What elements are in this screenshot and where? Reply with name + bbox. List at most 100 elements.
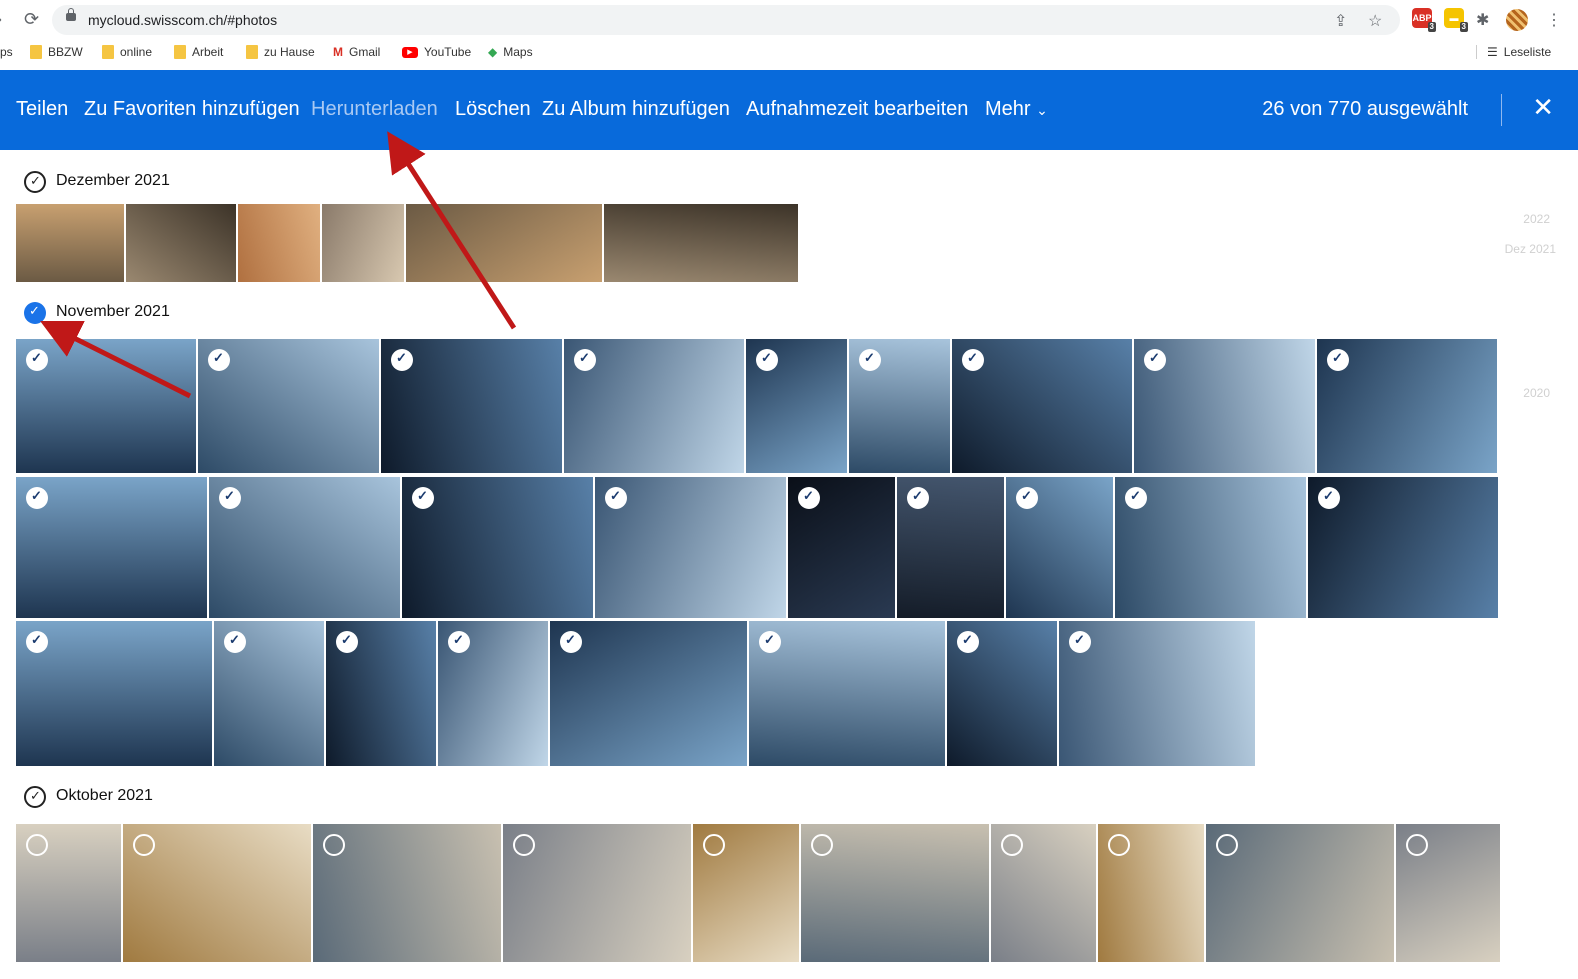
reading-list[interactable]: ☰ Leseliste (1476, 45, 1551, 59)
bookmark-arbeit[interactable]: Arbeit (174, 45, 223, 59)
select-checkbox[interactable] (574, 349, 596, 371)
timeline-month[interactable]: Dez 2021 (1505, 242, 1556, 256)
select-checkbox[interactable] (1016, 487, 1038, 509)
select-checkbox[interactable] (756, 349, 778, 371)
select-checkbox[interactable] (133, 834, 155, 856)
photo-thumbnail[interactable] (897, 477, 1004, 618)
delete-button[interactable]: Löschen (455, 98, 531, 121)
select-checkbox[interactable] (1406, 834, 1428, 856)
bookmark-youtube[interactable]: ▶ YouTube (402, 45, 471, 59)
select-checkbox[interactable] (208, 349, 230, 371)
bookmark-maps[interactable]: ◆ Maps (488, 45, 533, 59)
photo-thumbnail[interactable] (16, 621, 212, 766)
select-checkbox[interactable] (448, 631, 470, 653)
bookmark-apps[interactable]: ps (0, 45, 13, 59)
select-checkbox[interactable] (703, 834, 725, 856)
bookmark-gmail[interactable]: M Gmail (333, 45, 380, 59)
photo-thumbnail[interactable] (1317, 339, 1497, 473)
select-checkbox[interactable] (907, 487, 929, 509)
photo-thumbnail[interactable] (381, 339, 562, 473)
select-checkbox[interactable] (1318, 487, 1340, 509)
photo-thumbnail[interactable] (947, 621, 1057, 766)
photo-thumbnail[interactable] (1206, 824, 1394, 962)
select-checkbox[interactable] (1069, 631, 1091, 653)
photo-thumbnail[interactable] (788, 477, 895, 618)
select-section-checkbox[interactable] (24, 171, 46, 193)
select-checkbox[interactable] (391, 349, 413, 371)
photo-thumbnail[interactable] (550, 621, 747, 766)
select-checkbox[interactable] (1216, 834, 1238, 856)
photo-thumbnail[interactable] (801, 824, 989, 962)
photo-thumbnail[interactable] (1396, 824, 1500, 962)
extensions-puzzle-icon[interactable]: ✱ (1476, 10, 1489, 30)
photo-thumbnail[interactable] (322, 204, 404, 282)
select-checkbox[interactable] (1327, 349, 1349, 371)
profile-avatar[interactable] (1506, 9, 1528, 31)
select-section-checkbox[interactable] (24, 302, 46, 324)
menu-kebab-icon[interactable]: ⋮ (1546, 10, 1562, 30)
select-checkbox[interactable] (1001, 834, 1023, 856)
photo-thumbnail[interactable] (16, 204, 124, 282)
select-section-checkbox[interactable] (24, 786, 46, 808)
photo-thumbnail[interactable] (326, 621, 436, 766)
photo-thumbnail[interactable] (1059, 621, 1255, 766)
select-checkbox[interactable] (957, 631, 979, 653)
select-checkbox[interactable] (560, 631, 582, 653)
adblock-extension-icon[interactable]: ABP 3 (1412, 8, 1436, 32)
address-bar[interactable]: mycloud.swisscom.ch/#photos ⇪ ☆ (52, 5, 1400, 35)
select-checkbox[interactable] (323, 834, 345, 856)
photo-thumbnail[interactable] (1115, 477, 1306, 618)
select-checkbox[interactable] (513, 834, 535, 856)
forward-icon[interactable]: › (0, 9, 2, 30)
photo-thumbnail[interactable] (849, 339, 950, 473)
bookmark-zu-hause[interactable]: zu Hause (246, 45, 315, 59)
select-checkbox[interactable] (1144, 349, 1166, 371)
photo-thumbnail[interactable] (438, 621, 548, 766)
select-checkbox[interactable] (224, 631, 246, 653)
add-to-album-button[interactable]: Zu Album hinzufügen (542, 98, 730, 121)
photo-thumbnail[interactable] (238, 204, 320, 282)
photo-thumbnail[interactable] (952, 339, 1132, 473)
share-icon[interactable]: ⇪ (1334, 11, 1347, 31)
timeline-year[interactable]: 2020 (1523, 386, 1550, 400)
bookmark-bbzw[interactable]: BBZW (30, 45, 83, 59)
download-button[interactable]: Herunterladen (311, 98, 438, 121)
select-checkbox[interactable] (26, 349, 48, 371)
select-checkbox[interactable] (859, 349, 881, 371)
photo-thumbnail[interactable] (16, 339, 196, 473)
select-checkbox[interactable] (26, 834, 48, 856)
photo-thumbnail[interactable] (1006, 477, 1113, 618)
photo-thumbnail[interactable] (123, 824, 311, 962)
bookmark-online[interactable]: online (102, 45, 152, 59)
select-checkbox[interactable] (811, 834, 833, 856)
select-checkbox[interactable] (759, 631, 781, 653)
select-checkbox[interactable] (798, 487, 820, 509)
photo-thumbnail[interactable] (214, 621, 324, 766)
photo-thumbnail[interactable] (198, 339, 379, 473)
photo-thumbnail[interactable] (402, 477, 593, 618)
photo-thumbnail[interactable] (604, 204, 798, 282)
photo-thumbnail[interactable] (746, 339, 847, 473)
photo-thumbnail[interactable] (1308, 477, 1498, 618)
extension-icon[interactable]: ▬ 3 (1444, 8, 1468, 32)
close-icon[interactable]: ✕ (1532, 92, 1554, 123)
select-checkbox[interactable] (1108, 834, 1130, 856)
add-favorites-button[interactable]: Zu Favoriten hinzufügen (84, 98, 300, 121)
photo-thumbnail[interactable] (126, 204, 236, 282)
select-checkbox[interactable] (26, 631, 48, 653)
photo-thumbnail[interactable] (693, 824, 799, 962)
reload-icon[interactable]: ⟳ (24, 9, 39, 30)
photo-thumbnail[interactable] (16, 824, 121, 962)
select-checkbox[interactable] (219, 487, 241, 509)
select-checkbox[interactable] (1125, 487, 1147, 509)
photo-thumbnail[interactable] (564, 339, 744, 473)
timeline-year[interactable]: 2022 (1523, 212, 1550, 226)
bookmark-star-icon[interactable]: ☆ (1368, 11, 1382, 31)
photo-thumbnail[interactable] (406, 204, 602, 282)
select-checkbox[interactable] (336, 631, 358, 653)
edit-capture-time-button[interactable]: Aufnahmezeit bearbeiten (746, 98, 968, 121)
select-checkbox[interactable] (605, 487, 627, 509)
select-checkbox[interactable] (26, 487, 48, 509)
photo-thumbnail[interactable] (313, 824, 501, 962)
more-menu-button[interactable]: Mehr ⌄ (985, 98, 1048, 121)
